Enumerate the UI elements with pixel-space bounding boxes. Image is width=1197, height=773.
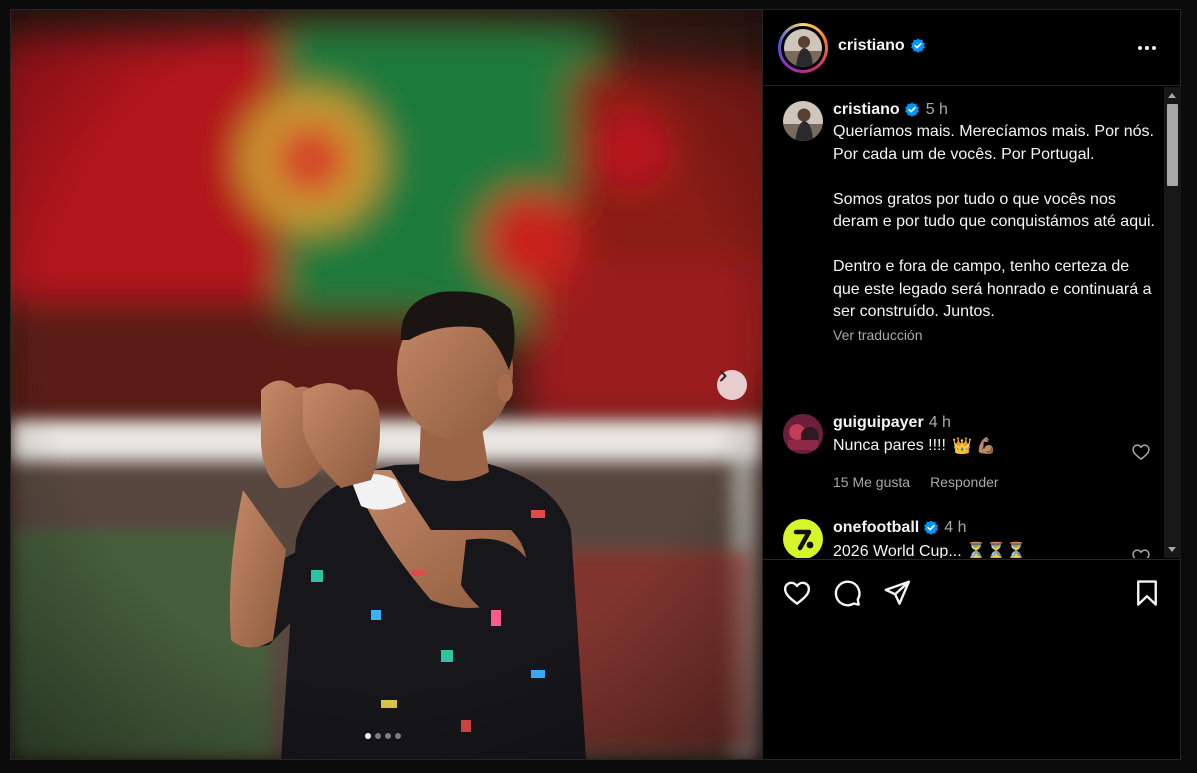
author-avatar[interactable] (778, 23, 828, 73)
post-header: cristiano (763, 10, 1181, 86)
chevron-right-icon (720, 370, 727, 382)
next-slide-button[interactable] (717, 370, 747, 400)
scroll-down-arrow-icon[interactable] (1168, 547, 1176, 552)
comment-text: 2026 World Cup... ⏳⏳⏳ (833, 541, 1113, 558)
caption-paragraph: Dentro e fora de campo, tenho certeza de… (833, 258, 1152, 320)
verified-badge-icon (904, 102, 919, 117)
more-options-icon[interactable] (1135, 36, 1159, 60)
avatar[interactable] (783, 414, 823, 454)
avatar[interactable] (783, 519, 823, 558)
share-icon[interactable] (882, 578, 912, 608)
carousel-dot (395, 733, 401, 739)
caption-text: Queríamos mais. Merecíamos mais. Por nós… (833, 121, 1158, 324)
username-text[interactable]: cristiano (833, 101, 900, 119)
username-text[interactable]: onefootball (833, 519, 919, 537)
comment-likes-count[interactable]: 15 Me gusta (833, 474, 910, 490)
username-text[interactable]: cristiano (838, 37, 905, 55)
caption-timestamp[interactable]: 5 h (926, 101, 948, 119)
caption-username[interactable]: cristiano (833, 101, 920, 119)
comment-username[interactable]: onefootball (833, 519, 939, 537)
comment-timestamp[interactable]: 4 h (944, 519, 966, 537)
carousel-dot (385, 733, 391, 739)
avatar-image (783, 414, 823, 454)
comment-message: Nunca pares !!!! (833, 437, 946, 454)
post-media[interactable] (11, 10, 762, 759)
verified-badge-icon (910, 38, 925, 53)
carousel-dot (375, 733, 381, 739)
avatar-image (783, 519, 823, 558)
heart-icon[interactable] (782, 578, 812, 608)
post-sidebar: cristiano cristiano 5 h Queríamos mais. … (762, 10, 1181, 759)
carousel-dot (365, 733, 371, 739)
heart-icon[interactable] (1131, 442, 1151, 462)
bookmark-icon[interactable] (1132, 578, 1162, 608)
caption-paragraph: Somos gratos por tudo o que vocês nos de… (833, 190, 1155, 231)
scroll-up-arrow-icon[interactable] (1168, 93, 1176, 98)
comment-message: 2026 World Cup... ⏳⏳⏳ (833, 543, 1026, 558)
comment-icon[interactable] (832, 578, 862, 608)
comments-list[interactable]: cristiano 5 h Queríamos mais. Merecíamos… (763, 87, 1181, 558)
reply-button[interactable]: Responder (930, 474, 999, 490)
comment-item: onefootball 4 h 2026 World Cup... ⏳⏳⏳ (783, 519, 1158, 558)
see-translation-link[interactable]: Ver traducción (833, 327, 1158, 343)
comment-username[interactable]: guiguipayer (833, 414, 924, 432)
post-photo (11, 10, 762, 759)
post-modal: cristiano cristiano 5 h Queríamos mais. … (10, 9, 1181, 760)
carousel-indicator (365, 733, 401, 739)
comment-text: Nunca pares !!!! 👑 💪🏽 (833, 436, 1113, 456)
heart-icon[interactable] (1131, 547, 1151, 558)
verified-badge-icon (924, 520, 939, 535)
caption-paragraph: Queríamos mais. Merecíamos mais. Por nós… (833, 123, 1154, 163)
comment-item: guiguipayer 4 h Nunca pares !!!! 👑 💪🏽 15… (783, 414, 1158, 494)
avatar[interactable] (783, 101, 823, 141)
comment-emojis: 👑 💪🏽 (951, 438, 997, 455)
avatar-image (783, 101, 823, 141)
avatar-image (784, 29, 822, 67)
comment-timestamp[interactable]: 4 h (929, 414, 951, 432)
author-username[interactable]: cristiano (838, 37, 926, 55)
scrollbar-thumb[interactable] (1167, 104, 1178, 186)
post-actions-bar (763, 559, 1181, 609)
comments-scrollbar[interactable] (1164, 87, 1181, 558)
